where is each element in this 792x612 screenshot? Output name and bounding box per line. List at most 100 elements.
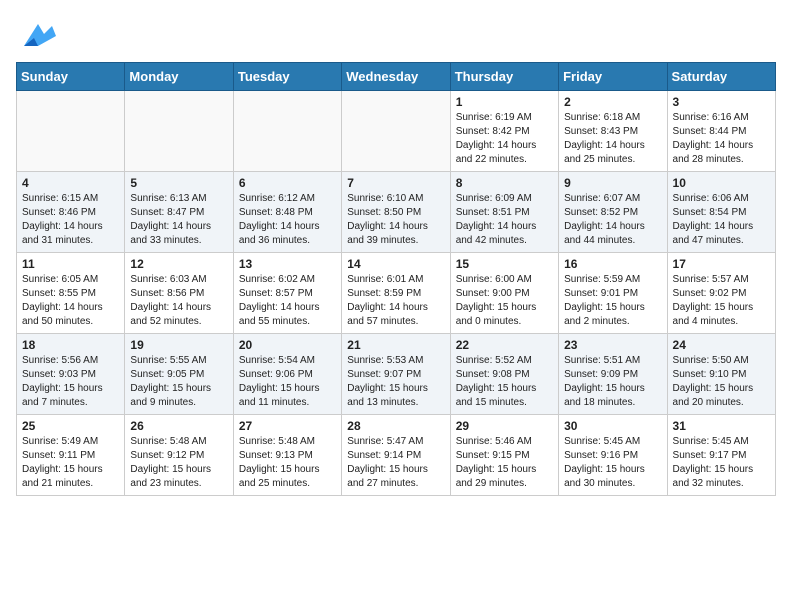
calendar-day-17: 17Sunrise: 5:57 AM Sunset: 9:02 PM Dayli…	[667, 253, 775, 334]
calendar-empty-cell	[233, 91, 341, 172]
calendar-day-3: 3 Sunrise: 6:16 AM Sunset: 8:44 PM Daylig…	[667, 91, 775, 172]
calendar-day-26: 26 Sunrise: 5:48 AM Sunset: 9:12 PM Dayli…	[125, 415, 233, 496]
day-number: 8	[456, 176, 553, 190]
day-info: Sunrise: 5:45 AM Sunset: 9:16 PM Dayligh…	[564, 435, 661, 491]
calendar-day-10: 10Sunrise: 6:06 AM Sunset: 8:54 PM Dayli…	[667, 172, 775, 253]
day-info: Sunrise: 5:48 AM Sunset: 9:13 PM Dayligh…	[239, 435, 336, 491]
day-info: Sunrise: 5:49 AM Sunset: 9:11 PM Dayligh…	[22, 435, 119, 491]
day-info: Sunrise: 6:12 AM Sunset: 8:48 PM Dayligh…	[239, 192, 336, 248]
day-number: 14	[347, 257, 444, 271]
day-number: 24	[673, 338, 770, 352]
calendar-day-16: 16 Sunrise: 5:59 AM Sunset: 9:01 PM Dayli…	[559, 253, 667, 334]
calendar-day-8: 8 Sunrise: 6:09 AM Sunset: 8:51 PM Daylig…	[450, 172, 558, 253]
day-info: Sunrise: 6:09 AM Sunset: 8:51 PM Dayligh…	[456, 192, 553, 248]
calendar-day-27: 27 Sunrise: 5:48 AM Sunset: 9:13 PM Dayli…	[233, 415, 341, 496]
day-info: Sunrise: 6:05 AM Sunset: 8:55 PM Dayligh…	[22, 273, 119, 329]
day-info: Sunrise: 5:45 AM Sunset: 9:17 PM Dayligh…	[673, 435, 770, 491]
day-info: Sunrise: 5:50 AM Sunset: 9:10 PM Dayligh…	[673, 354, 770, 410]
day-number: 16	[564, 257, 661, 271]
day-number: 9	[564, 176, 661, 190]
day-number: 28	[347, 419, 444, 433]
weekday-header-monday: Monday	[125, 63, 233, 91]
calendar-day-6: 6 Sunrise: 6:12 AM Sunset: 8:48 PM Daylig…	[233, 172, 341, 253]
day-number: 7	[347, 176, 444, 190]
day-info: Sunrise: 6:02 AM Sunset: 8:57 PM Dayligh…	[239, 273, 336, 329]
day-info: Sunrise: 5:56 AM Sunset: 9:03 PM Dayligh…	[22, 354, 119, 410]
weekday-header-thursday: Thursday	[450, 63, 558, 91]
calendar-day-19: 19 Sunrise: 5:55 AM Sunset: 9:05 PM Dayli…	[125, 334, 233, 415]
day-number: 31	[673, 419, 770, 433]
calendar-empty-cell	[17, 91, 125, 172]
calendar-day-9: 9 Sunrise: 6:07 AM Sunset: 8:52 PM Daylig…	[559, 172, 667, 253]
calendar-day-12: 12Sunrise: 6:03 AM Sunset: 8:56 PM Dayli…	[125, 253, 233, 334]
calendar-day-11: 11 Sunrise: 6:05 AM Sunset: 8:55 PM Dayli…	[17, 253, 125, 334]
day-number: 19	[130, 338, 227, 352]
day-info: Sunrise: 5:48 AM Sunset: 9:12 PM Dayligh…	[130, 435, 227, 491]
day-info: Sunrise: 6:16 AM Sunset: 8:44 PM Dayligh…	[673, 111, 770, 167]
day-info: Sunrise: 5:55 AM Sunset: 9:05 PM Dayligh…	[130, 354, 227, 410]
calendar-day-15: 15Sunrise: 6:00 AM Sunset: 9:00 PM Dayli…	[450, 253, 558, 334]
day-number: 23	[564, 338, 661, 352]
weekday-header-sunday: Sunday	[17, 63, 125, 91]
day-info: Sunrise: 6:13 AM Sunset: 8:47 PM Dayligh…	[130, 192, 227, 248]
day-number: 30	[564, 419, 661, 433]
calendar-week-row: 25Sunrise: 5:49 AM Sunset: 9:11 PM Dayli…	[17, 415, 776, 496]
calendar-day-23: 23 Sunrise: 5:51 AM Sunset: 9:09 PM Dayli…	[559, 334, 667, 415]
weekday-header-wednesday: Wednesday	[342, 63, 450, 91]
day-info: Sunrise: 6:10 AM Sunset: 8:50 PM Dayligh…	[347, 192, 444, 248]
calendar-day-13: 13 Sunrise: 6:02 AM Sunset: 8:57 PM Dayli…	[233, 253, 341, 334]
day-number: 11	[22, 257, 119, 271]
day-info: Sunrise: 6:03 AM Sunset: 8:56 PM Dayligh…	[130, 273, 227, 329]
day-number: 6	[239, 176, 336, 190]
day-number: 26	[130, 419, 227, 433]
day-number: 4	[22, 176, 119, 190]
calendar-day-7: 7 Sunrise: 6:10 AM Sunset: 8:50 PM Daylig…	[342, 172, 450, 253]
day-info: Sunrise: 6:01 AM Sunset: 8:59 PM Dayligh…	[347, 273, 444, 329]
day-info: Sunrise: 6:18 AM Sunset: 8:43 PM Dayligh…	[564, 111, 661, 167]
day-info: Sunrise: 5:52 AM Sunset: 9:08 PM Dayligh…	[456, 354, 553, 410]
calendar-day-22: 22Sunrise: 5:52 AM Sunset: 9:08 PM Dayli…	[450, 334, 558, 415]
logo-icon	[16, 16, 60, 54]
calendar-day-25: 25Sunrise: 5:49 AM Sunset: 9:11 PM Dayli…	[17, 415, 125, 496]
day-info: Sunrise: 6:15 AM Sunset: 8:46 PM Dayligh…	[22, 192, 119, 248]
day-info: Sunrise: 5:53 AM Sunset: 9:07 PM Dayligh…	[347, 354, 444, 410]
calendar-week-row: 1 Sunrise: 6:19 AM Sunset: 8:42 PM Daylig…	[17, 91, 776, 172]
day-info: Sunrise: 5:46 AM Sunset: 9:15 PM Dayligh…	[456, 435, 553, 491]
calendar-table: SundayMondayTuesdayWednesdayThursdayFrid…	[16, 62, 776, 496]
day-number: 1	[456, 95, 553, 109]
calendar-day-4: 4 Sunrise: 6:15 AM Sunset: 8:46 PM Daylig…	[17, 172, 125, 253]
day-number: 10	[673, 176, 770, 190]
calendar-day-5: 5Sunrise: 6:13 AM Sunset: 8:47 PM Daylig…	[125, 172, 233, 253]
day-number: 18	[22, 338, 119, 352]
day-number: 29	[456, 419, 553, 433]
calendar-day-29: 29 Sunrise: 5:46 AM Sunset: 9:15 PM Dayli…	[450, 415, 558, 496]
calendar-day-14: 14 Sunrise: 6:01 AM Sunset: 8:59 PM Dayli…	[342, 253, 450, 334]
logo	[16, 16, 64, 54]
calendar-day-1: 1 Sunrise: 6:19 AM Sunset: 8:42 PM Daylig…	[450, 91, 558, 172]
day-info: Sunrise: 5:57 AM Sunset: 9:02 PM Dayligh…	[673, 273, 770, 329]
calendar-header-row: SundayMondayTuesdayWednesdayThursdayFrid…	[17, 63, 776, 91]
calendar-day-21: 21Sunrise: 5:53 AM Sunset: 9:07 PM Dayli…	[342, 334, 450, 415]
day-number: 13	[239, 257, 336, 271]
calendar-empty-cell	[342, 91, 450, 172]
weekday-header-tuesday: Tuesday	[233, 63, 341, 91]
day-info: Sunrise: 5:59 AM Sunset: 9:01 PM Dayligh…	[564, 273, 661, 329]
weekday-header-friday: Friday	[559, 63, 667, 91]
day-info: Sunrise: 5:47 AM Sunset: 9:14 PM Dayligh…	[347, 435, 444, 491]
day-info: Sunrise: 5:51 AM Sunset: 9:09 PM Dayligh…	[564, 354, 661, 410]
day-info: Sunrise: 6:07 AM Sunset: 8:52 PM Dayligh…	[564, 192, 661, 248]
calendar-empty-cell	[125, 91, 233, 172]
day-number: 3	[673, 95, 770, 109]
day-info: Sunrise: 6:19 AM Sunset: 8:42 PM Dayligh…	[456, 111, 553, 167]
day-number: 27	[239, 419, 336, 433]
day-info: Sunrise: 6:00 AM Sunset: 9:00 PM Dayligh…	[456, 273, 553, 329]
calendar-day-18: 18 Sunrise: 5:56 AM Sunset: 9:03 PM Dayli…	[17, 334, 125, 415]
calendar-week-row: 4 Sunrise: 6:15 AM Sunset: 8:46 PM Daylig…	[17, 172, 776, 253]
day-number: 2	[564, 95, 661, 109]
calendar-week-row: 11 Sunrise: 6:05 AM Sunset: 8:55 PM Dayli…	[17, 253, 776, 334]
weekday-header-saturday: Saturday	[667, 63, 775, 91]
calendar-day-31: 31 Sunrise: 5:45 AM Sunset: 9:17 PM Dayli…	[667, 415, 775, 496]
calendar-day-20: 20Sunrise: 5:54 AM Sunset: 9:06 PM Dayli…	[233, 334, 341, 415]
calendar-day-30: 30 Sunrise: 5:45 AM Sunset: 9:16 PM Dayli…	[559, 415, 667, 496]
day-info: Sunrise: 5:54 AM Sunset: 9:06 PM Dayligh…	[239, 354, 336, 410]
